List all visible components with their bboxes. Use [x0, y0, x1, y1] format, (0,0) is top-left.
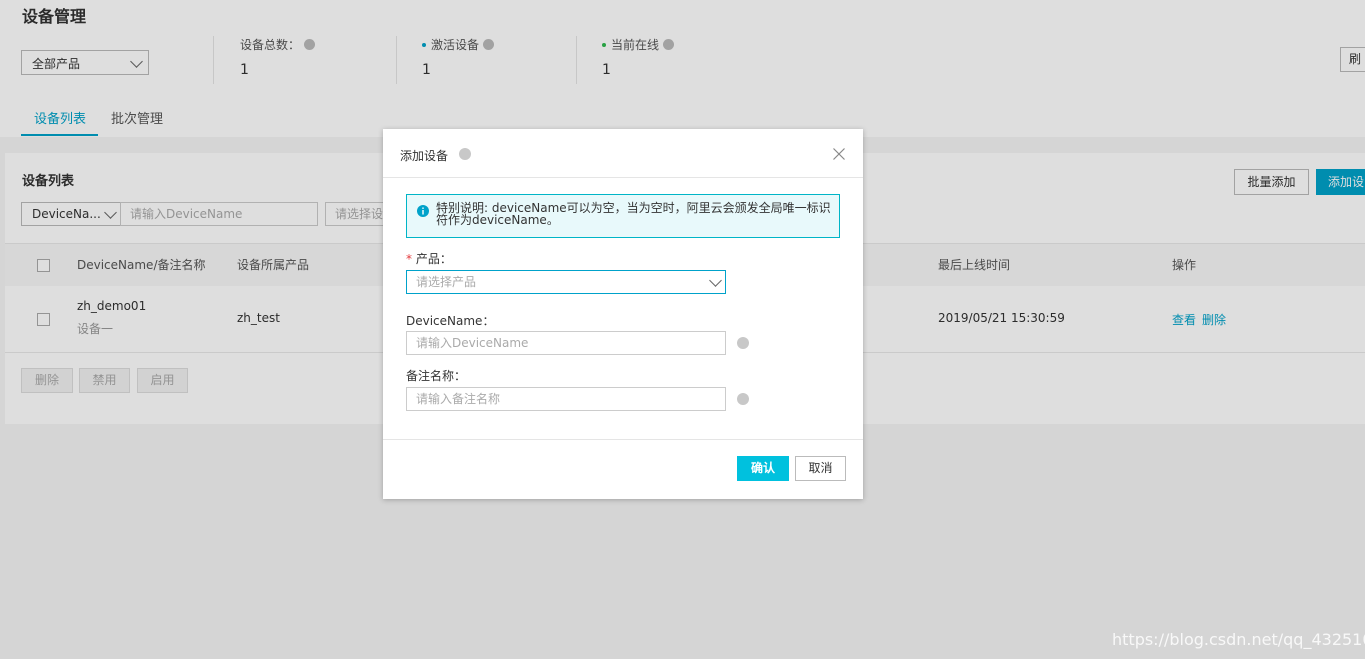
- product-select-placeholder: 请选择产品: [416, 275, 477, 289]
- confirm-button[interactable]: 确认: [737, 456, 789, 481]
- notice-text: 特别说明: deviceName可以为空，当为空时，阿里云会颁发全局唯一标识符作…: [436, 201, 831, 227]
- note-label: 备注名称：: [406, 369, 467, 383]
- dialog-header: 添加设备: [383, 129, 863, 178]
- help-icon[interactable]: [737, 393, 749, 405]
- add-device-dialog: 添加设备 特别说明: deviceName可以为空，当为空时，阿里云会颁发全局唯…: [383, 129, 863, 499]
- dialog-footer-divider: [383, 439, 863, 440]
- watermark: https://blog.csdn.net/qq_43251032: [1112, 630, 1365, 649]
- close-icon[interactable]: [833, 148, 845, 160]
- dialog-title: 添加设备: [400, 149, 449, 163]
- note-input[interactable]: 请输入备注名称: [406, 387, 726, 411]
- notice-box: 特别说明: deviceName可以为空，当为空时，阿里云会颁发全局唯一标识符作…: [406, 194, 840, 238]
- devicename-label: DeviceName：: [406, 314, 495, 328]
- help-icon[interactable]: [459, 148, 471, 160]
- chevron-down-icon: [709, 274, 722, 287]
- info-icon: [417, 205, 429, 217]
- product-label: * 产品：: [406, 250, 452, 267]
- product-select[interactable]: 请选择产品: [406, 270, 726, 294]
- product-label-text: 产品：: [415, 252, 452, 266]
- devicename-input[interactable]: 请输入DeviceName: [406, 331, 726, 355]
- required-mark: *: [406, 252, 412, 266]
- help-icon[interactable]: [737, 337, 749, 349]
- cancel-button[interactable]: 取消: [795, 456, 846, 481]
